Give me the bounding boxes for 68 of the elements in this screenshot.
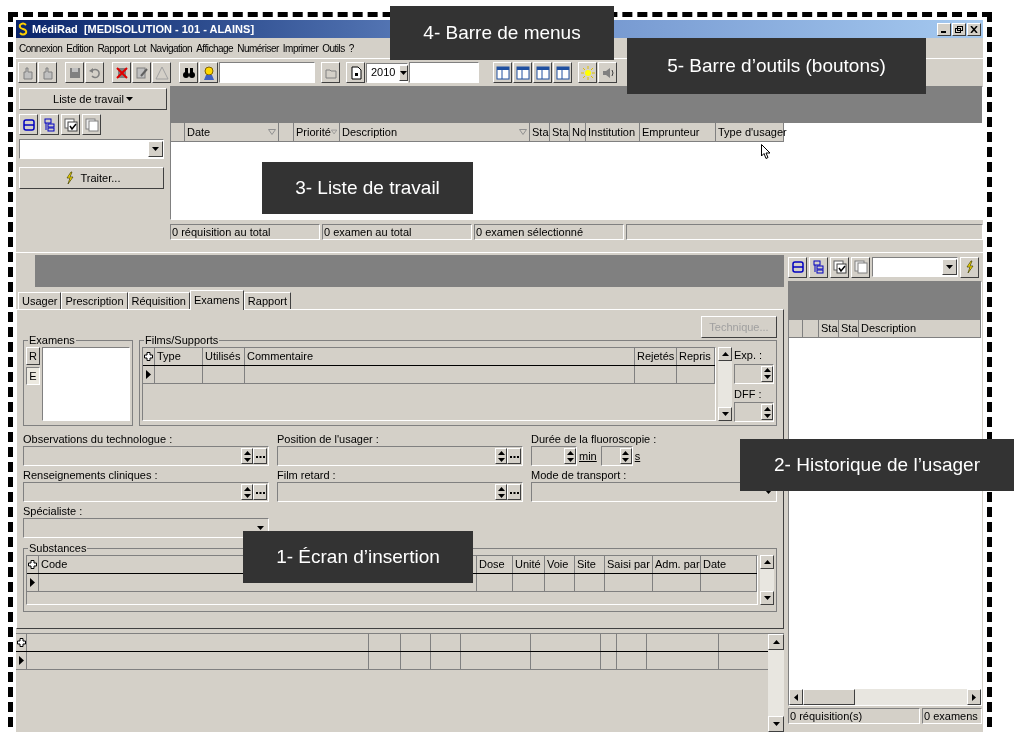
column-header: Voie (545, 556, 575, 573)
callout-label: 5- Barre d’outils (boutons) (627, 38, 926, 94)
unit-label: min (579, 448, 597, 464)
column-header: Sta (839, 320, 859, 337)
column-header: Utilisés (203, 348, 245, 365)
status-text: 0 examen au total (322, 224, 472, 240)
menu-item[interactable]: Outils (320, 40, 347, 56)
column-header: Type (155, 348, 203, 365)
column-header: Description (340, 123, 530, 141)
menu-item[interactable]: Edition (64, 40, 96, 56)
field-label: Mode de transport : (531, 468, 628, 482)
tab[interactable]: Rapport (243, 292, 291, 309)
column-header: No (570, 123, 586, 141)
tab[interactable]: Usager (18, 292, 62, 309)
status-text: 0 examens (922, 708, 982, 724)
status-text: 0 réquisition(s) (788, 708, 920, 724)
menu-item[interactable]: Affichage (194, 40, 236, 56)
menu-item[interactable]: Imprimer (280, 40, 321, 56)
column-header: Sta (550, 123, 570, 141)
field-label: Durée de la fluoroscopie : (531, 432, 658, 446)
menu-item[interactable]: Connexion (17, 40, 65, 56)
column-header: Sta (530, 123, 550, 141)
column-header: Date (701, 556, 757, 573)
year-dropdown[interactable]: 2010 (366, 62, 408, 83)
menu-item[interactable]: Rapport (95, 40, 132, 56)
field-label: Observations du technologue : (23, 432, 174, 446)
status-text: 0 réquisition au total (170, 224, 320, 240)
column-header: Rejetés (635, 348, 677, 365)
process-button[interactable]: Traiter... (19, 167, 164, 189)
group-legend: Examens (28, 334, 76, 346)
menu-item[interactable]: ? (346, 40, 356, 56)
column-header: Description (859, 320, 981, 337)
callout-label: 3- Liste de travail (262, 162, 473, 214)
toggle-button[interactable]: R (26, 347, 40, 365)
column-header: Saisi par (605, 556, 653, 573)
field-label: Exp. : (734, 348, 764, 363)
column-header: Sta (819, 320, 839, 337)
field-label: Position de l'usager : (277, 432, 380, 446)
column-header: Site (575, 556, 605, 573)
field-label: Spécialiste : (23, 504, 84, 518)
toggle-button[interactable]: E (26, 367, 40, 385)
column-header: Repris (677, 348, 715, 365)
field-label: DFF : (734, 386, 763, 402)
menu-item[interactable]: Lot (131, 40, 148, 56)
field-label: Renseignements cliniques : (23, 468, 159, 482)
column-header: Commentaire (245, 348, 635, 365)
callout-label: 4- Barre de menus (390, 6, 614, 60)
column-header: Adm. par (653, 556, 701, 573)
column-header: Priorité (294, 123, 340, 141)
column-header: Unité (513, 556, 545, 573)
tab[interactable]: Réquisition (127, 292, 190, 309)
window-title: MédiRad [MEDISOLUTION - 101 - ALAINS] (32, 21, 255, 37)
menu-item[interactable]: Numériser (235, 40, 281, 56)
field-label: Film retard : (277, 468, 337, 482)
group-legend: Substances (28, 542, 88, 554)
column-header: Emprunteur (640, 123, 716, 141)
status-text: 0 examen sélectionné (474, 224, 624, 240)
column-header: Institution (586, 123, 640, 141)
callout-label: 1- Écran d’insertion (243, 531, 473, 583)
callout-label: 2- Historique de l’usager (740, 439, 1014, 491)
column-header: Date (185, 123, 279, 141)
menu-item[interactable]: Navigation (147, 40, 195, 56)
column-header: Dose (477, 556, 513, 573)
tab[interactable]: Prescription (61, 292, 128, 309)
worklist-menu-button[interactable]: Liste de travail (19, 88, 167, 110)
unit-label: s (634, 448, 641, 464)
group-legend: Films/Supports (144, 334, 220, 346)
tab[interactable]: Examens (189, 290, 244, 310)
